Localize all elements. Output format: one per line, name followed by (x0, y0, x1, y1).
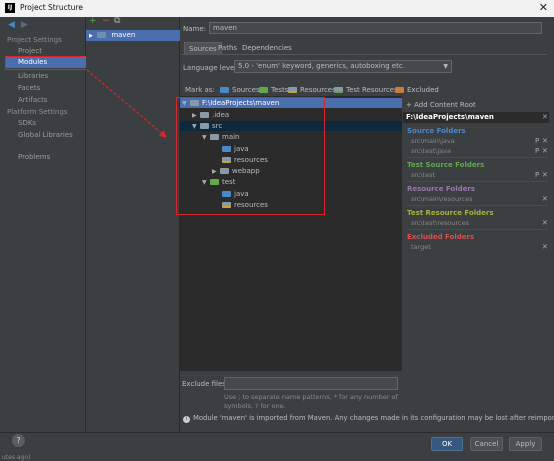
excluded-folder-1: target (411, 243, 431, 251)
resource-folder-1: src\main\resources (411, 195, 473, 203)
excluded-folders-heading: Excluded Folders (407, 233, 475, 241)
properties-icon[interactable]: P (535, 171, 539, 179)
source-folder-1: src\main\java (411, 137, 455, 145)
help-icon[interactable]: ? (12, 434, 25, 447)
remove-folder-icon[interactable]: ✕ (542, 171, 548, 179)
cancel-button[interactable]: Cancel (470, 437, 503, 451)
remove-folder-icon[interactable]: ✕ (542, 147, 548, 155)
remove-folder-icon[interactable]: ✕ (542, 219, 548, 227)
apply-button[interactable]: Apply (509, 437, 542, 451)
info-icon: i (183, 416, 190, 423)
remove-folder-icon[interactable]: ✕ (542, 195, 548, 203)
maven-import-text: Module 'maven' is imported from Maven. A… (193, 414, 554, 422)
maven-import-notice: i Module 'maven' is imported from Maven. … (183, 414, 554, 423)
test-resource-folders-heading: Test Resource Folders (407, 209, 494, 217)
divider (406, 181, 547, 182)
exclude-files-label: Exclude files: (182, 380, 229, 388)
remove-folder-icon[interactable]: ✕ (542, 137, 548, 145)
test-source-folders-heading: Test Source Folders (407, 161, 485, 169)
remove-folder-icon[interactable]: ✕ (542, 243, 548, 251)
test-resource-folder-1: src\test\resources (411, 219, 469, 227)
test-source-folder-1: src\test (411, 171, 436, 179)
properties-icon[interactable]: P (535, 147, 539, 155)
divider (406, 205, 547, 206)
properties-icon[interactable]: P (535, 137, 539, 145)
status-fragment: utes ago) (2, 454, 31, 461)
content-root-path: F:\IdeaProjects\maven (403, 112, 549, 123)
source-folder-2: src\test\java (411, 147, 451, 155)
divider (406, 229, 547, 230)
ok-button[interactable]: OK (431, 437, 463, 451)
source-folders-heading: Source Folders (407, 127, 466, 135)
divider (406, 157, 547, 158)
exclude-files-hint: Use ; to separate name patterns, * for a… (224, 393, 398, 410)
remove-root-icon[interactable]: ✕ (542, 112, 548, 123)
add-content-root-button[interactable]: + Add Content Root (406, 101, 476, 109)
exclude-files-field[interactable] (224, 377, 398, 390)
resource-folders-heading: Resource Folders (407, 185, 475, 193)
